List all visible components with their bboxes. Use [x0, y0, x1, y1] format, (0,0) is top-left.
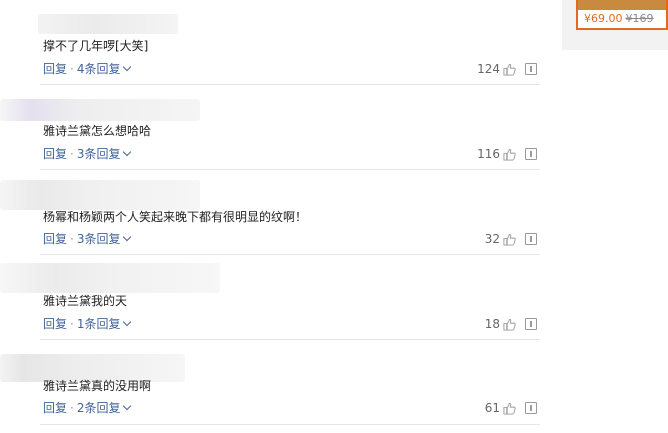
- ad-card[interactable]: ¥69.00 ¥169: [576, 0, 668, 30]
- reply-button[interactable]: 回复: [43, 401, 67, 415]
- like-area: 18: [485, 316, 516, 332]
- chevron-down-icon[interactable]: [123, 62, 132, 72]
- comment-actions: 回复 · 3条回复: [43, 146, 132, 162]
- reply-button[interactable]: 回复: [43, 317, 67, 331]
- reply-count-toggle[interactable]: 1条回复: [77, 317, 121, 331]
- like-area: 124: [477, 61, 516, 77]
- thumbs-up-icon[interactable]: [503, 63, 516, 76]
- separator: ·: [70, 147, 74, 161]
- reply-count-toggle[interactable]: 3条回复: [77, 147, 121, 161]
- comment-item: 雅诗兰黛怎么想哈哈 回复 · 3条回复 116: [0, 85, 540, 170]
- comment-item: 雅诗兰黛我的天 回复 · 1条回复 18: [0, 255, 540, 340]
- comment-actions: 回复 · 2条回复: [43, 400, 132, 416]
- comment-text: 雅诗兰黛我的天: [43, 294, 128, 308]
- report-icon[interactable]: [525, 318, 537, 330]
- chevron-down-icon[interactable]: [123, 147, 132, 157]
- comment-item: 撑不了几年啰[大笑] 回复 · 4条回复 124: [0, 0, 540, 85]
- reply-count-toggle[interactable]: 3条回复: [77, 232, 121, 246]
- comment-text: 杨幂和杨颖两个人笑起来晚下都有很明显的纹啊！: [43, 210, 308, 224]
- user-info-blurred: [0, 263, 220, 293]
- separator: ·: [70, 62, 74, 76]
- report-icon[interactable]: [525, 148, 537, 160]
- separator: ·: [70, 401, 74, 415]
- report-icon[interactable]: [525, 63, 537, 75]
- comment-actions: 回复 · 1条回复: [43, 316, 132, 332]
- comment-item: 雅诗兰黛真的没用啊 回复 · 2条回复 61: [0, 340, 540, 425]
- report-icon[interactable]: [525, 233, 537, 245]
- comment-item: 杨幂和杨颖两个人笑起来晚下都有很明显的纹啊！ 回复 · 3条回复 32: [0, 170, 540, 255]
- comment-list: 撑不了几年啰[大笑] 回复 · 4条回复 124 雅诗兰黛怎么想哈哈 回复 · 3条回复…: [0, 0, 540, 433]
- thumbs-up-icon[interactable]: [503, 402, 516, 415]
- ad-price: ¥69.00: [584, 12, 623, 25]
- like-count: 124: [477, 62, 500, 76]
- ad-price-bar: ¥69.00 ¥169: [578, 10, 666, 28]
- thumbs-up-icon[interactable]: [503, 233, 516, 246]
- thumbs-up-icon[interactable]: [503, 148, 516, 161]
- reply-count-toggle[interactable]: 4条回复: [77, 62, 121, 76]
- user-info-blurred: [0, 99, 200, 121]
- ad-old-price: ¥169: [625, 12, 654, 25]
- reply-button[interactable]: 回复: [43, 147, 67, 161]
- chevron-down-icon[interactable]: [123, 317, 132, 327]
- like-area: 61: [485, 400, 516, 416]
- reply-button[interactable]: 回复: [43, 232, 67, 246]
- user-info-blurred: [0, 180, 200, 210]
- chevron-down-icon[interactable]: [123, 401, 132, 411]
- comment-text: 撑不了几年啰[大笑]: [43, 39, 149, 53]
- thumbs-up-icon[interactable]: [503, 318, 516, 331]
- like-area: 32: [485, 231, 516, 247]
- like-area: 116: [477, 146, 516, 162]
- reply-count-toggle[interactable]: 2条回复: [77, 401, 121, 415]
- report-icon[interactable]: [525, 402, 537, 414]
- like-count: 61: [484, 401, 500, 415]
- comment-actions: 回复 · 4条回复: [43, 61, 132, 77]
- ad-image: [578, 0, 666, 10]
- separator: ·: [70, 232, 74, 246]
- divider: [40, 424, 540, 425]
- like-count: 32: [484, 232, 500, 246]
- reply-button[interactable]: 回复: [43, 62, 67, 76]
- like-count: 116: [477, 147, 500, 161]
- comment-actions: 回复 · 3条回复: [43, 231, 132, 247]
- comment-text: 雅诗兰黛真的没用啊: [43, 379, 152, 393]
- separator: ·: [70, 317, 74, 331]
- like-count: 18: [484, 317, 500, 331]
- comment-text: 雅诗兰黛怎么想哈哈: [43, 124, 152, 138]
- chevron-down-icon[interactable]: [123, 232, 132, 242]
- user-info-blurred: [38, 14, 178, 34]
